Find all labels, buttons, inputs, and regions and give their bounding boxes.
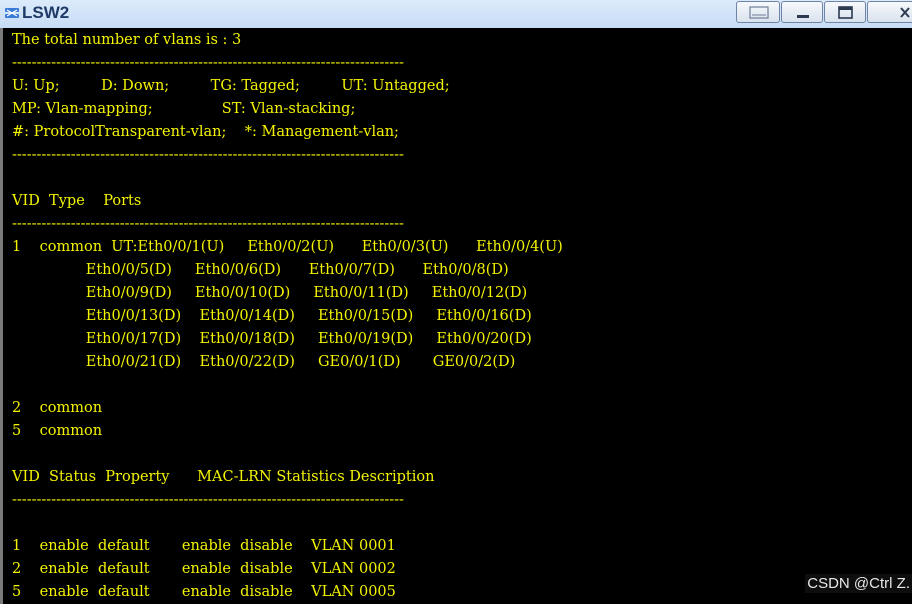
terminal-line: MP: Vlan-mapping; ST: Vlan-stacking; [12, 101, 356, 117]
terminal-output[interactable]: The total number of vlans is : 3 -------… [0, 28, 912, 604]
terminal-line: #: ProtocolTransparent-vlan; *: Manageme… [12, 124, 399, 140]
terminal-line: 1 common UT:Eth0/0/1(U) Eth0/0/2(U) Eth0… [12, 239, 563, 255]
terminal-line: Eth0/0/17(D) Eth0/0/18(D) Eth0/0/19(D) E… [12, 331, 532, 347]
maximize-button[interactable] [824, 1, 866, 23]
terminal-line: VID Type Ports [12, 193, 142, 209]
window-title-bar[interactable]: LSW2 [0, 0, 912, 29]
window-title: LSW2 [22, 3, 70, 22]
terminal-line: ----------------------------------------… [12, 492, 404, 508]
terminal-line: The total number of vlans is : 3 [12, 32, 242, 48]
terminal-line: ----------------------------------------… [12, 147, 404, 163]
keyboard-icon [749, 6, 769, 19]
terminal-line: 1 enable default enable disable VLAN 000… [12, 538, 396, 554]
maximize-icon [838, 6, 853, 19]
minimize-icon [797, 15, 809, 18]
terminal-line: Eth0/0/13(D) Eth0/0/14(D) Eth0/0/15(D) E… [12, 308, 532, 324]
terminal-line: 5 enable default enable disable VLAN 000… [12, 584, 396, 600]
minimize-button[interactable] [781, 1, 823, 23]
close-button[interactable] [867, 1, 912, 23]
terminal-line: Eth0/0/21(D) Eth0/0/22(D) GE0/0/1(D) GE0… [12, 354, 516, 370]
terminal-line: ----------------------------------------… [12, 216, 404, 232]
terminal-line: 5 common [12, 423, 103, 439]
terminal-line: 2 common [12, 400, 103, 416]
watermark: CSDN @Ctrl Z. [805, 574, 912, 593]
terminal-line: Eth0/0/5(D) Eth0/0/6(D) Eth0/0/7(D) Eth0… [12, 262, 509, 278]
keyboard-button[interactable] [736, 1, 780, 23]
terminal-line: 2 enable default enable disable VLAN 000… [12, 561, 396, 577]
close-icon [900, 7, 910, 18]
terminal-line: Eth0/0/9(D) Eth0/0/10(D) Eth0/0/11(D) Et… [12, 285, 528, 301]
network-switch-icon [4, 5, 20, 21]
terminal-line: ----------------------------------------… [12, 55, 404, 71]
terminal-line: VID Status Property MAC-LRN Statistics D… [12, 469, 435, 485]
terminal-line: U: Up; D: Down; TG: Tagged; UT: Untagged… [12, 78, 450, 94]
